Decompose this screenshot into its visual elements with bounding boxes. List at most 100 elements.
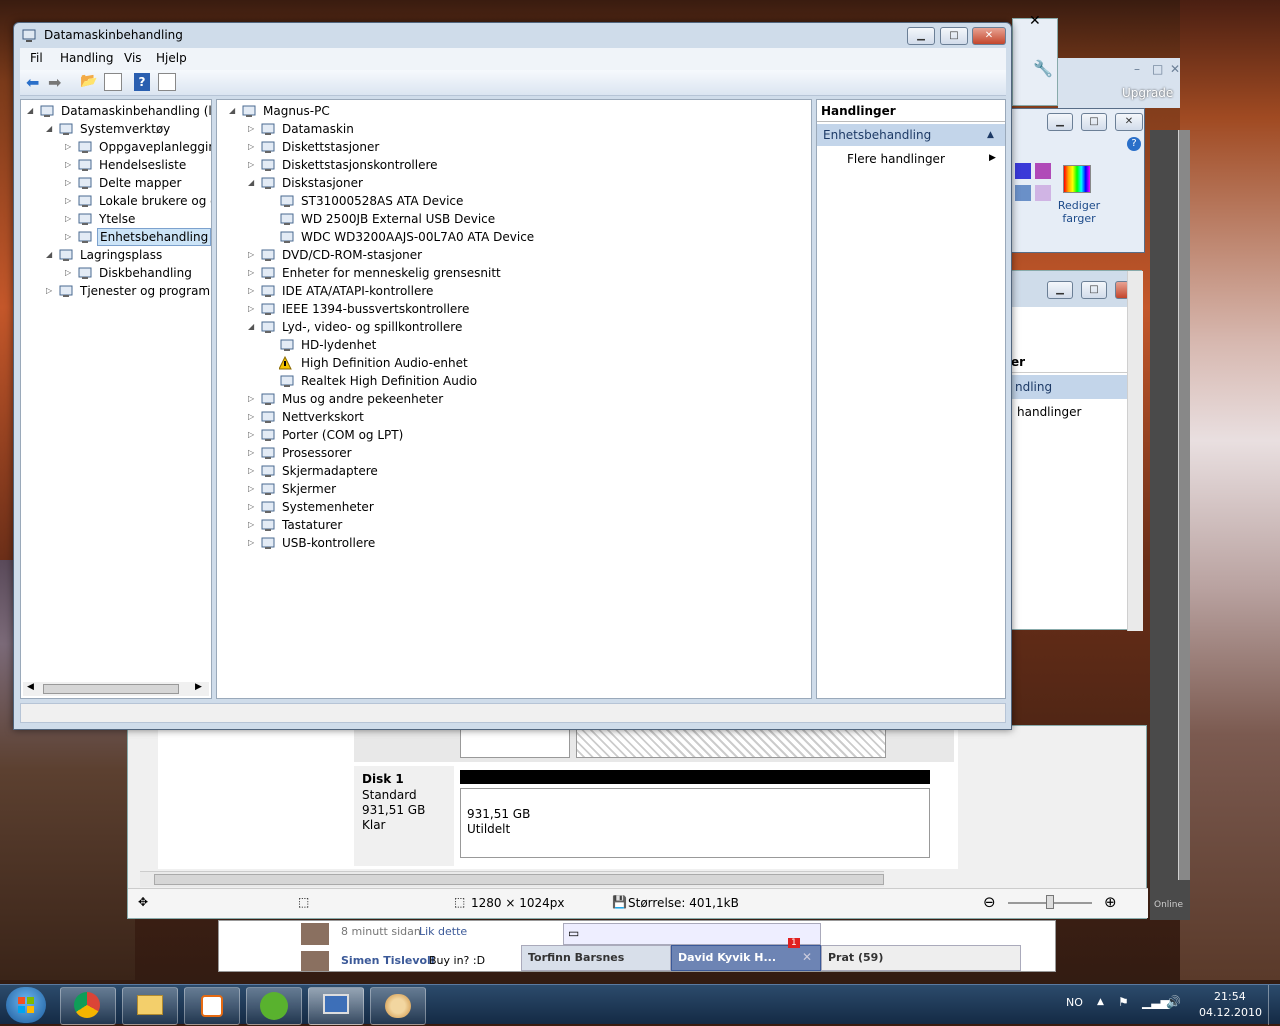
tree-item[interactable]: ▷ USB-kontrollere xyxy=(217,534,811,552)
tree-item[interactable]: ▷ Mus og andre pekeenheter xyxy=(217,390,811,408)
tree-item[interactable]: ▷ Hendelsesliste xyxy=(21,156,211,174)
maximize-button[interactable]: □ xyxy=(940,27,968,45)
unallocated-partition[interactable]: 931,51 GB Utildelt xyxy=(460,788,930,858)
edit-colors-label[interactable]: Rediger farger xyxy=(1055,199,1103,225)
show-hidden-icons[interactable]: ▲ xyxy=(1097,997,1104,1007)
minimize-button[interactable]: ▁ xyxy=(1047,281,1073,299)
tree-item[interactable]: ▷ Tjenester og programmer xyxy=(21,282,211,300)
expand-arrow-icon[interactable]: ▷ xyxy=(248,534,254,552)
color-swatch[interactable] xyxy=(1035,163,1051,179)
expand-arrow-icon[interactable]: ▷ xyxy=(248,282,254,300)
color-swatch[interactable] xyxy=(1015,163,1031,179)
horizontal-scrollbar[interactable] xyxy=(140,871,884,887)
chat-sender[interactable]: Simen Tislevoll xyxy=(341,954,435,967)
expand-arrow-icon[interactable]: ▷ xyxy=(65,174,71,192)
collapse-arrow-icon[interactable]: ◢ xyxy=(27,102,33,120)
chat-box[interactable]: ▭ xyxy=(563,923,821,945)
tree-item[interactable]: ▷ Diskettstasjonskontrollere xyxy=(217,156,811,174)
more-actions[interactable]: Flere handlinger xyxy=(847,148,945,170)
tree-item[interactable]: ▷ Enhetsbehandling xyxy=(21,228,211,246)
expand-arrow-icon[interactable]: ▷ xyxy=(65,192,71,210)
chat-tab-torfinn[interactable]: Torfinn Barsnes xyxy=(521,945,671,971)
language-indicator[interactable]: NO xyxy=(1066,996,1083,1009)
action-center-icon[interactable]: ⚑ xyxy=(1118,995,1129,1009)
expand-arrow-icon[interactable]: ▷ xyxy=(65,264,71,282)
tree-item[interactable]: ▷ Tastaturer xyxy=(217,516,811,534)
expand-arrow-icon[interactable]: ▷ xyxy=(248,480,254,498)
bg-more-actions[interactable]: handlinger xyxy=(1017,403,1081,421)
expand-arrow-icon[interactable]: ▷ xyxy=(248,390,254,408)
tree-item[interactable]: ▷ IEEE 1394-bussvertskontrollere xyxy=(217,300,811,318)
scrollbar[interactable] xyxy=(1178,130,1190,880)
collapse-arrow-icon[interactable]: ◢ xyxy=(229,102,235,120)
collapse-arrow-icon[interactable]: ◢ xyxy=(248,174,254,192)
tree-item[interactable]: Realtek High Definition Audio xyxy=(217,372,811,390)
tree-item[interactable]: ▷ IDE ATA/ATAPI-kontrollere xyxy=(217,282,811,300)
chat-bar[interactable]: Prat (59) xyxy=(821,945,1021,971)
maximize-icon[interactable]: □ xyxy=(1152,62,1163,76)
like-link[interactable]: Lik dette xyxy=(419,925,467,938)
collapse-arrow-icon[interactable]: ◢ xyxy=(248,318,254,336)
help-icon[interactable]: ? xyxy=(134,73,150,91)
maximize-button[interactable]: □ xyxy=(1081,113,1107,131)
bg-actions-section[interactable]: ndling xyxy=(1011,375,1127,399)
move-icon[interactable]: ✥ xyxy=(138,895,148,909)
clock-time[interactable]: 21:54 xyxy=(1214,990,1246,1003)
tree-item[interactable]: ◢ Magnus-PC xyxy=(217,102,811,120)
color-swatch[interactable] xyxy=(1015,185,1031,201)
forward-icon[interactable]: ➡ xyxy=(48,73,61,92)
show-desktop-button[interactable] xyxy=(1268,985,1280,1025)
expand-arrow-icon[interactable]: ▷ xyxy=(248,246,254,264)
start-button[interactable] xyxy=(6,987,46,1023)
menu-help[interactable]: Hjelp xyxy=(156,51,187,65)
horizontal-scrollbar[interactable]: ◀ ▶ xyxy=(23,682,209,696)
up-folder-icon[interactable]: 📂 xyxy=(80,73,97,89)
expand-arrow-icon[interactable]: ▷ xyxy=(248,156,254,174)
close-icon[interactable]: ✕ xyxy=(1029,13,1041,29)
expand-arrow-icon[interactable]: ▷ xyxy=(65,210,71,228)
menu-action[interactable]: Handling xyxy=(60,51,114,65)
help-icon[interactable]: ? xyxy=(1127,137,1141,151)
explorer-taskbar-button[interactable] xyxy=(122,987,178,1025)
collapse-arrow-icon[interactable]: ◢ xyxy=(46,246,52,264)
tree-item[interactable]: ◢ Diskstasjoner xyxy=(217,174,811,192)
minimize-icon[interactable]: – xyxy=(1134,62,1140,76)
expand-arrow-icon[interactable]: ▷ xyxy=(248,444,254,462)
chat-tab-david[interactable]: David Kyvik H... 1 ✕ xyxy=(671,938,821,971)
minimize-button[interactable]: ▁ xyxy=(907,27,935,45)
media-player-taskbar-button[interactable] xyxy=(184,987,240,1025)
tree-item[interactable]: ▷ Lokale brukere og grupp xyxy=(21,192,211,210)
close-icon[interactable]: ✕ xyxy=(1170,62,1180,76)
tree-item[interactable]: ▷ Systemenheter xyxy=(217,498,811,516)
expand-arrow-icon[interactable]: ▷ xyxy=(248,264,254,282)
tree-item[interactable]: ◢ Systemverktøy xyxy=(21,120,211,138)
chrome-taskbar-button[interactable] xyxy=(60,987,116,1025)
paint-taskbar-button[interactable] xyxy=(370,987,426,1025)
tree-item[interactable]: ST31000528AS ATA Device xyxy=(217,192,811,210)
tree-item[interactable]: ▷ Oppgaveplanlegging xyxy=(21,138,211,156)
tree-item[interactable]: ◢ Lagringsplass xyxy=(21,246,211,264)
expand-arrow-icon[interactable]: ▷ xyxy=(65,156,71,174)
tree-item[interactable]: ▷ Delte mapper xyxy=(21,174,211,192)
menu-view[interactable]: Vis xyxy=(124,51,142,65)
expand-arrow-icon[interactable]: ▷ xyxy=(248,426,254,444)
volume-icon[interactable]: 🔊 xyxy=(1166,995,1181,1009)
upgrade-link[interactable]: Upgrade xyxy=(1122,86,1173,100)
expand-arrow-icon[interactable]: ▷ xyxy=(248,516,254,534)
tree-item[interactable]: ▷ Datamaskin xyxy=(217,120,811,138)
close-button[interactable]: ✕ xyxy=(972,27,1006,45)
scroll-right-icon[interactable]: ▶ xyxy=(195,682,202,692)
tree-item[interactable]: ▷ Prosessorer xyxy=(217,444,811,462)
scroll-thumb[interactable] xyxy=(43,684,179,694)
zoom-in-button[interactable]: ⊕ xyxy=(1104,893,1117,911)
crop-icon[interactable]: ⬚ xyxy=(298,895,309,909)
expand-arrow-icon[interactable]: ▷ xyxy=(248,408,254,426)
menu-file[interactable]: Fil xyxy=(30,51,43,65)
expand-arrow-icon[interactable]: ▷ xyxy=(248,300,254,318)
scroll-left-icon[interactable]: ◀ xyxy=(27,682,34,692)
actions-section[interactable]: Enhetsbehandling ▲ xyxy=(817,124,1005,146)
tree-item[interactable]: ▷ Skjermer xyxy=(217,480,811,498)
tree-item[interactable]: HD-lydenhet xyxy=(217,336,811,354)
tree-item[interactable]: ▷ Enheter for menneskelig grensesnitt xyxy=(217,264,811,282)
expand-arrow-icon[interactable]: ▷ xyxy=(65,228,71,246)
